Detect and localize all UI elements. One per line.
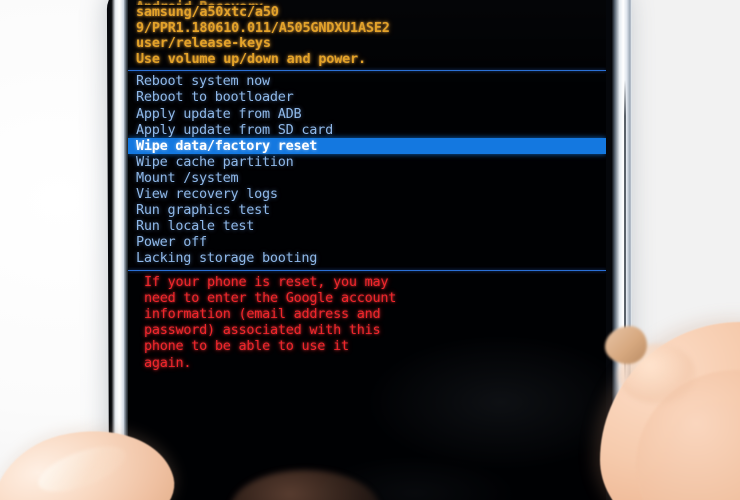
warning-line-1: If your phone is reset, you may [144, 273, 389, 290]
menu-item-reboot-system-now[interactable]: Reboot system now [128, 73, 606, 89]
warning-line-5: phone to be able to use it [144, 338, 349, 355]
menu-item-run-locale-test[interactable]: Run locale test [128, 218, 606, 234]
screenshot-root: Android Recovery samsung/a50xtc/a50 9/PP… [0, 0, 740, 500]
menu-item-power-off[interactable]: Power off [128, 234, 606, 250]
right-thumb-tip [605, 326, 647, 364]
menu-item-view-recovery-logs[interactable]: View recovery logs [128, 186, 606, 202]
warning-line-3: information (email address and [144, 305, 381, 322]
warning-line-2: need to enter the Google account [144, 289, 397, 306]
warning-line-6: again. [144, 354, 192, 371]
menu-item-wipe-data-factory-reset[interactable]: Wipe data/factory reset [128, 137, 606, 154]
menu-item-lacking-storage-booting[interactable]: Lacking storage booting [128, 250, 606, 266]
factory-reset-warning: If your phone is reset, you may need to … [128, 271, 606, 371]
menu-item-wipe-cache-partition[interactable]: Wipe cache partition [128, 154, 606, 170]
header-line-instructions: Use volume up/down and power. [136, 50, 366, 67]
header-line-build: 9/PPR1.180610.011/A505GNDXU1ASE2 [136, 19, 390, 36]
header-line-device: samsung/a50xtc/a50 [136, 4, 279, 20]
header-line-keys: user/release-keys [136, 35, 271, 52]
menu-item-mount-system[interactable]: Mount /system [128, 170, 606, 186]
menu-item-apply-update-from-adb[interactable]: Apply update from ADB [128, 106, 606, 122]
menu-item-apply-update-from-sd-card[interactable]: Apply update from SD card [128, 122, 606, 138]
recovery-header: Android Recovery samsung/a50xtc/a50 9/PP… [128, 0, 606, 67]
phone-screen[interactable]: Android Recovery samsung/a50xtc/a50 9/PP… [128, 0, 606, 500]
header-line-title: Android Recovery [136, 0, 606, 5]
menu-item-run-graphics-test[interactable]: Run graphics test [128, 202, 606, 218]
recovery-ui: Android Recovery samsung/a50xtc/a50 9/PP… [128, 0, 606, 371]
warning-line-4: password) associated with this [144, 322, 381, 339]
menu-item-reboot-to-bootloader[interactable]: Reboot to bootloader [128, 89, 606, 105]
recovery-menu: Reboot system now Reboot to bootloader A… [128, 71, 606, 266]
